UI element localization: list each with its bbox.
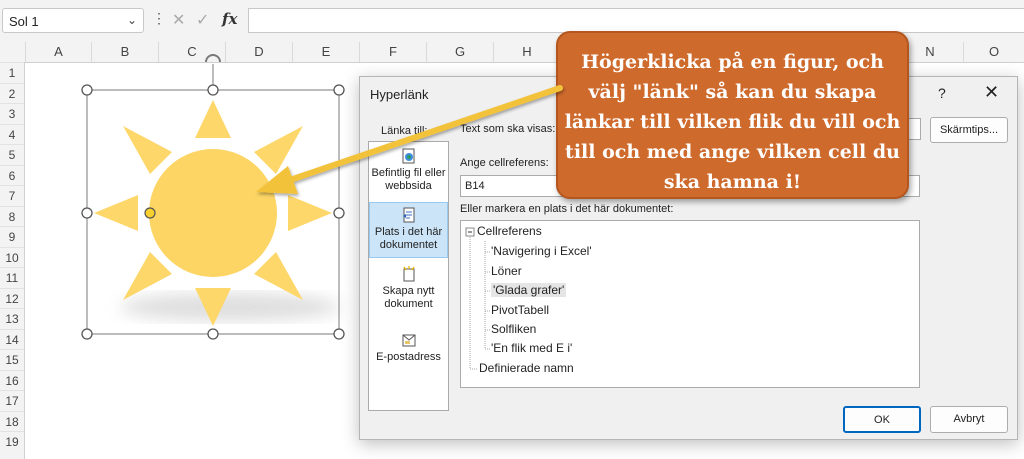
sidebar-item-label: Plats i det här dokumentet — [374, 226, 443, 251]
sidebar-item-label: Befintlig fil eller webbsida — [371, 167, 446, 192]
column-header[interactable]: O — [963, 42, 1024, 62]
sidebar-item-existing-file[interactable]: Befintlig fil eller webbsida — [369, 148, 448, 202]
formula-buttons: ✕ ✓ fx — [166, 8, 244, 33]
dialog-title: Hyperlänk — [370, 87, 429, 102]
tree-node[interactable]: Löner — [491, 264, 522, 278]
screentips-button[interactable]: Skärmtips... — [930, 117, 1008, 143]
sidebar-item-label: Skapa nytt dokument — [382, 285, 435, 310]
cancel-icon[interactable]: ✕ — [172, 10, 185, 30]
chevron-down-icon[interactable]: ⌄ — [127, 13, 137, 27]
sun-ray — [123, 252, 172, 300]
sun-ray — [288, 195, 332, 231]
select-place-label: Eller markera en plats i det här dokumen… — [460, 203, 674, 215]
sidebar-item-new-document[interactable]: Skapa nytt dokument — [369, 266, 448, 320]
tree-node[interactable]: PivotTabell — [491, 303, 549, 317]
help-icon[interactable]: ? — [938, 85, 946, 101]
tree-node[interactable]: 'En flik med E i' — [491, 341, 572, 355]
tree-node[interactable]: Solfliken — [491, 322, 536, 336]
link-to-label: Länka till: — [381, 125, 428, 137]
name-box-value: Sol 1 — [9, 14, 39, 29]
existing-file-icon — [402, 148, 414, 164]
rotate-handle — [205, 54, 221, 63]
tree-node[interactable]: 'Navigering i Excel' — [491, 244, 592, 258]
sidebar-item-email[interactable]: E-postadress — [369, 332, 448, 382]
enter-icon[interactable]: ✓ — [196, 10, 209, 30]
name-box[interactable]: Sol 1 ⌄ — [2, 8, 144, 33]
new-document-icon — [402, 266, 415, 282]
sun-shadow — [120, 293, 340, 321]
tree-node-cell-reference[interactable]: Cellreferens — [477, 224, 542, 238]
sidebar-item-label: E-postadress — [376, 351, 441, 363]
sun-ray — [254, 252, 303, 300]
adjust-handle — [144, 207, 156, 219]
insert-function-icon[interactable]: fx — [222, 10, 237, 28]
formula-input[interactable] — [248, 8, 1024, 33]
document-place-tree: Cellreferens 'Navigering i Excel' Löner … — [460, 220, 920, 388]
column-header[interactable]: G — [426, 42, 493, 62]
tree-node-selected[interactable]: 'Glada grafer' — [491, 283, 567, 297]
sun-ray — [123, 126, 172, 174]
column-header[interactable]: H — [493, 42, 560, 62]
sun-ray — [94, 195, 138, 231]
place-in-document-icon — [402, 207, 414, 223]
sidebar-item-place-in-document[interactable]: Plats i det här dokumentet — [369, 202, 448, 258]
sun-ray — [254, 126, 303, 174]
display-text-label: Text som ska visas: — [460, 123, 556, 135]
sun-shape[interactable] — [0, 42, 360, 459]
tree-node-defined-names[interactable]: Definierade namn — [479, 361, 574, 375]
sun-disc — [149, 149, 277, 277]
cancel-button[interactable]: Avbryt — [930, 406, 1008, 433]
close-icon[interactable]: ✕ — [984, 82, 999, 103]
email-icon — [402, 334, 415, 347]
cell-reference-label: Ange cellreferens: — [460, 157, 549, 169]
callout-box: Högerklicka på en figur, och välj "länk"… — [556, 31, 909, 199]
more-options-icon[interactable]: ⋮ — [152, 10, 166, 27]
ok-button[interactable]: OK — [843, 406, 921, 433]
sun-ray — [195, 100, 231, 138]
column-header[interactable]: F — [359, 42, 426, 62]
callout-text: Högerklicka på en figur, och välj "länk"… — [564, 51, 901, 193]
link-type-sidebar: Befintlig fil eller webbsida Plats i det… — [368, 141, 449, 411]
